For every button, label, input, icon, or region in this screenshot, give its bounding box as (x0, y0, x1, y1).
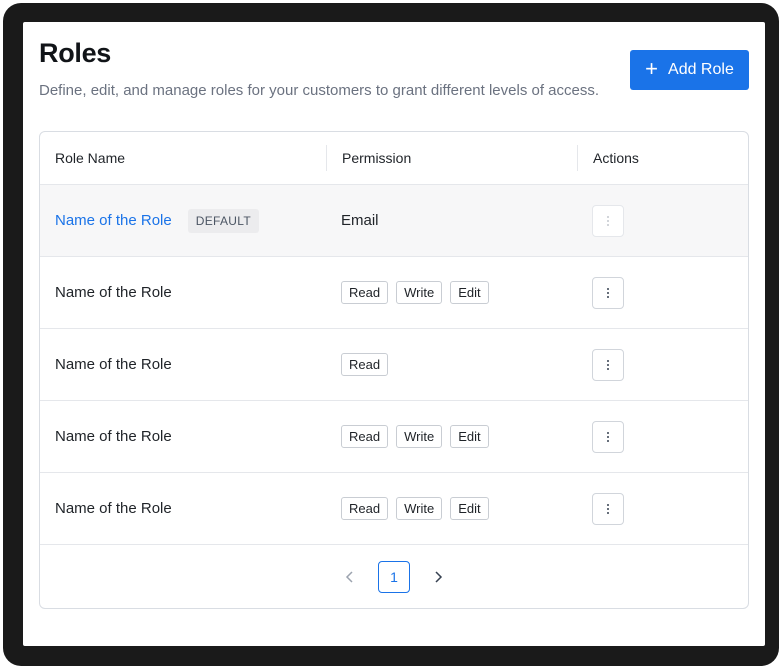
permission-tag-read: Read (341, 497, 389, 520)
more-actions-button[interactable] (592, 348, 624, 381)
permission-cell: Read Write Edit (326, 281, 577, 304)
actions-cell (577, 492, 748, 525)
more-actions-button[interactable] (592, 492, 624, 525)
permission-cell: Read (326, 353, 577, 376)
permission-tag-write: Write (396, 425, 443, 448)
kebab-menu-icon (607, 431, 609, 442)
permission-tag-write: Write (396, 497, 443, 520)
kebab-menu-icon (607, 503, 609, 514)
actions-cell (577, 348, 748, 381)
default-badge: DEFAULT (187, 208, 259, 233)
kebab-menu-icon (607, 359, 609, 370)
permission-cell: Read Write Edit (326, 425, 577, 448)
role-name: Name of the Role (55, 356, 172, 373)
permission-cell: Read Write Edit (326, 497, 577, 520)
table-row: Name of the Role Read Write Edit (40, 257, 748, 329)
kebab-menu-icon (607, 287, 609, 298)
role-name-cell: Name of the Role DEFAULT (40, 208, 326, 233)
role-name-cell: Name of the Role (40, 356, 326, 373)
permission-tag-read: Read (341, 281, 389, 304)
table-body: Name of the Role DEFAULT Email Name of the … (40, 185, 748, 545)
permission-tag-edit: Edit (450, 425, 489, 448)
device-frame: Roles Define, edit, and manage roles for… (3, 3, 779, 666)
page-subtitle: Define, edit, and manage roles for your … (39, 82, 600, 99)
actions-cell (577, 204, 748, 237)
table-row: Name of the Role Read Write Edit (40, 401, 748, 473)
column-header-role-name: Role Name (55, 150, 126, 166)
permission-tag-read: Read (341, 425, 389, 448)
actions-cell (577, 276, 748, 309)
permission-text: Email (341, 212, 379, 229)
role-name: Name of the Role (55, 428, 172, 445)
actions-cell (577, 420, 748, 453)
roles-table: Role Name Permission Actions Name of the… (39, 131, 749, 609)
permission-tag-read: Read (341, 353, 389, 376)
plus-icon: + (645, 56, 659, 81)
permission-tag-edit: Edit (450, 281, 489, 304)
page-title: Roles (39, 38, 112, 68)
table-row: Name of the Role Read (40, 329, 748, 401)
column-header-permission: Permission (326, 145, 577, 171)
role-name: Name of the Role (55, 284, 172, 301)
table-row: Name of the Role DEFAULT Email (40, 185, 748, 257)
more-actions-button[interactable] (592, 420, 624, 453)
role-name-link[interactable]: Name of the Role (55, 212, 172, 229)
more-actions-button[interactable] (592, 276, 624, 309)
column-header-actions: Actions (577, 145, 748, 171)
add-role-button[interactable]: + Add Role (630, 50, 749, 90)
role-name: Name of the Role (55, 500, 172, 517)
table-row: Name of the Role Read Write Edit (40, 473, 748, 545)
page-button-current[interactable]: 1 (378, 561, 410, 593)
role-name-cell: Name of the Role (40, 284, 326, 301)
table-header: Role Name Permission Actions (40, 132, 748, 185)
add-role-label: Add Role (668, 61, 734, 78)
more-actions-button (592, 204, 624, 237)
roles-page: Roles Define, edit, and manage roles for… (23, 22, 765, 646)
permission-tag-edit: Edit (450, 497, 489, 520)
kebab-menu-icon (607, 215, 609, 226)
chevron-right-icon[interactable] (426, 565, 450, 589)
role-name-cell: Name of the Role (40, 428, 326, 445)
permission-cell: Email (326, 212, 577, 229)
permission-tag-write: Write (396, 281, 443, 304)
role-name-cell: Name of the Role (40, 500, 326, 517)
chevron-left-icon[interactable] (338, 565, 362, 589)
pagination: 1 (40, 545, 748, 608)
